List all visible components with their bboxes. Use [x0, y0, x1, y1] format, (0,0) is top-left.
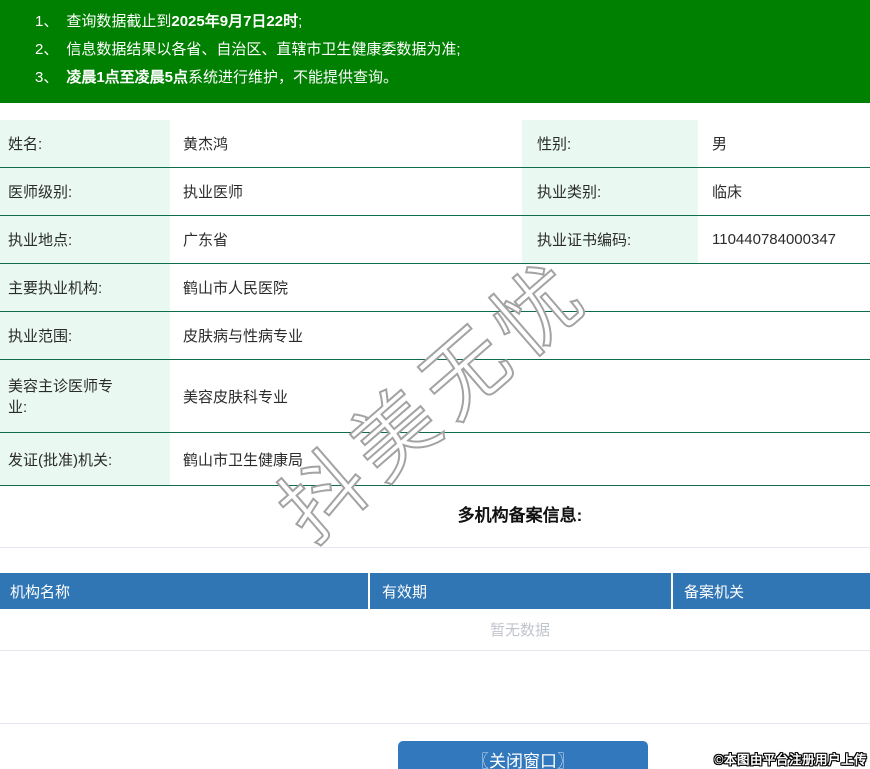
field-value-cosmetic-specialty: 美容皮肤科专业 [183, 388, 289, 406]
column-header-filing-authority: 备案机关 [684, 583, 745, 601]
table-row: 美容主诊医师专业: 美容皮肤科专业 [0, 360, 870, 433]
field-value-doctor-level: 执业医师 [183, 184, 244, 201]
field-label-practice-scope: 执业范围: [0, 312, 170, 359]
notice-number: 3、 [35, 69, 59, 86]
records-table-header: 机构名称 有效期 备案机关 [0, 573, 870, 609]
doctor-info-table: 姓名: 黄杰鸿 性别: 男 医师级别: 执业医师 执业类别: 临床 执业地点: … [0, 120, 870, 486]
multi-institution-section-title: 多机构备案信息: [457, 506, 583, 525]
notice-item: 3、 凌晨1点至凌晨5点系统进行维护，不能提供查询。 [35, 64, 860, 92]
field-value-practice-location: 广东省 [183, 232, 229, 249]
notice-banner: 1、 查询数据截止到2025年9月7日22时; 2、 信息数据结果以各省、自治区、直… [0, 0, 870, 103]
field-label-cosmetic-specialty: 美容主诊医师专业: [0, 360, 170, 432]
column-header-validity-period: 有效期 [370, 573, 673, 609]
notice-number: 1、 [35, 13, 59, 30]
field-label-name: 姓名: [0, 120, 170, 167]
separator-line [0, 547, 870, 548]
notice-text: 系统进行维护，不能提供查询。 [188, 69, 399, 86]
notice-text: ; [298, 13, 303, 30]
notice-text: 信息数据结果以各省、自治区、直辖市卫生健康委数据为准; [66, 41, 461, 58]
notice-text-bold: 2025年9月7日22时 [171, 13, 299, 30]
field-label-practice-location: 执业地点: [0, 216, 170, 263]
notice-text-bold: 凌晨1点至凌晨5点 [66, 69, 189, 86]
field-label-doctor-level: 医师级别: [0, 168, 170, 215]
separator-line [0, 723, 870, 724]
table-row: 主要执业机构: 鹤山市人民医院 [0, 264, 870, 312]
field-value-issuing-authority: 鹤山市卫生健康局 [183, 451, 304, 469]
field-value-practice-scope: 皮肤病与性病专业 [183, 328, 304, 345]
empty-state-text: 暂无数据 [0, 609, 870, 651]
field-value-practice-category: 临床 [712, 184, 743, 201]
table-row: 执业地点: 广东省 执业证书编码: 110440784000347 [0, 216, 870, 264]
field-value-name: 黄杰鸿 [183, 136, 229, 153]
column-header-institution-name: 机构名称 [0, 573, 370, 609]
notice-item: 1、 查询数据截止到2025年9月7日22时; [35, 8, 860, 36]
field-value-certificate-number: 110440784000347 [712, 231, 837, 248]
image-credit-text: ©本图由平台注册用户上传 [714, 753, 867, 767]
notice-text: 查询数据截止到 [66, 13, 172, 30]
table-row: 发证(批准)机关: 鹤山市卫生健康局 [0, 433, 870, 486]
field-label-practice-category: 执业类别: [522, 168, 698, 215]
field-label-certificate-number: 执业证书编码: [522, 216, 698, 263]
field-value-gender: 男 [712, 136, 728, 153]
doctor-license-result-page: 1、 查询数据截止到2025年9月7日22时; 2、 信息数据结果以各省、自治区、直… [0, 0, 870, 769]
field-label-main-institution: 主要执业机构: [0, 264, 170, 311]
table-row: 医师级别: 执业医师 执业类别: 临床 [0, 168, 870, 216]
table-row: 执业范围: 皮肤病与性病专业 [0, 312, 870, 360]
notice-item: 2、 信息数据结果以各省、自治区、直辖市卫生健康委数据为准; [35, 36, 860, 64]
notice-number: 2、 [35, 41, 59, 58]
table-row: 姓名: 黄杰鸿 性别: 男 [0, 120, 870, 168]
field-value-main-institution: 鹤山市人民医院 [183, 280, 289, 297]
field-label-issuing-authority: 发证(批准)机关: [0, 433, 170, 485]
field-label-gender: 性别: [522, 120, 698, 167]
close-window-button[interactable]: 〖关闭窗口〗 [398, 741, 648, 769]
